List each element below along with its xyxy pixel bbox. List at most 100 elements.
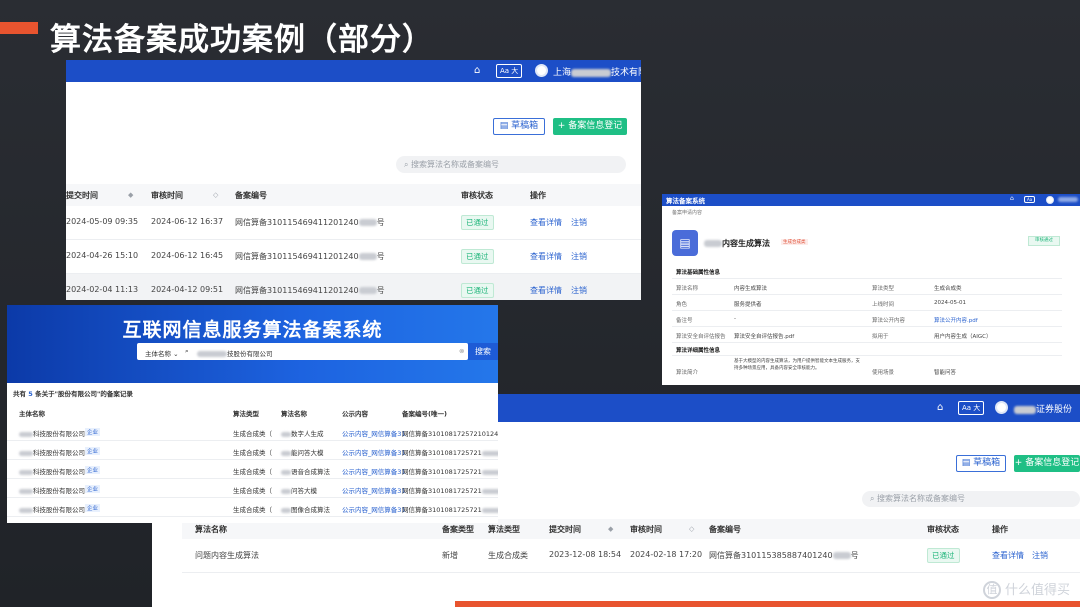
sort-icon[interactable]: ◆ (128, 191, 133, 199)
algo-type: 生成合成类（ (233, 487, 272, 495)
table-row: 科技股份有限公司 企业 生成合成类（ 问答大模 公示内容_网信算备31 网信算备… (7, 479, 498, 498)
filing-no: 网信算备3101081725721 (402, 447, 498, 457)
view-details-link[interactable]: 查看详情 (992, 550, 1024, 561)
top-nav: 算法备案系统 ⌂ Aa (662, 194, 1080, 206)
view-details-link[interactable]: 查看详情 (530, 285, 562, 296)
company-suffix: 证券股份 (1036, 405, 1073, 415)
screenshot-algorithm-detail: 算法备案系统 ⌂ Aa 备案申请内容 ▤ 内容生成算法 生成合成类 审核通过 算… (662, 194, 1080, 385)
th-submit-time[interactable]: 提交时间 (66, 190, 98, 201)
search-input[interactable]: 主体名称 ⌄ ⌕ 技股份有限公司 ⊗ (137, 343, 468, 360)
system-title: 互联网信息服务算法备案系统 (122, 319, 383, 341)
cancel-link[interactable]: 注销 (571, 251, 587, 262)
sort-icon[interactable]: ◇ (689, 525, 694, 533)
entity-name: 科技股份有限公司 (19, 504, 85, 514)
entity-name-text: 科技股份有限公司 (33, 430, 85, 438)
filing-no-text: 网信算备3101081725721 (402, 449, 482, 457)
search-input[interactable]: ⌕ 搜索算法名称或备案编号 (396, 156, 626, 173)
avatar[interactable] (535, 64, 548, 77)
field-row: 备注号 - 算法公开内容 算法公开内容.pdf (672, 312, 1062, 327)
public-content-link[interactable]: 公示内容_网信算备31 (342, 485, 406, 495)
filing-no-end: 号 (376, 218, 385, 227)
clear-icon[interactable]: ⊗ (459, 347, 464, 355)
public-content-link[interactable]: 公示内容_网信算备31 (342, 447, 406, 457)
th-algo-type: 算法类型 (233, 410, 259, 418)
algo-type: 生成合成类（ (233, 506, 272, 514)
public-content-link[interactable]: 公示内容_网信算备31 (342, 428, 406, 438)
table-row: 2024-04-26 15:10 2024-06-12 16:45 网信算备31… (66, 240, 641, 274)
font-size-toggle[interactable]: Aa (1024, 196, 1036, 203)
register-filing-button[interactable]: + 备案信息登记 (1014, 455, 1080, 472)
redaction (704, 240, 722, 247)
draft-icon: ▤ (499, 121, 512, 131)
redaction (197, 351, 227, 357)
table-header: 主体名称 算法类型 算法名称 公示内容 备案编号(唯一) (7, 405, 498, 419)
field-key: 算法类型 (872, 286, 895, 292)
draft-box-button[interactable]: ▤ 草稿箱 (956, 455, 1006, 472)
th-filing-no: 备案编号(唯一) (402, 410, 447, 418)
file-link[interactable]: 算法公开内容.pdf (934, 316, 978, 324)
review-time: 2024-02-18 17:20 (630, 550, 703, 559)
th-algo-type: 算法类型 (488, 525, 520, 534)
section-divider (672, 355, 1062, 356)
cancel-link[interactable]: 注销 (571, 285, 587, 296)
font-size-toggle[interactable]: Aa 大 (958, 401, 985, 415)
breadcrumb[interactable]: 备案申请内容 (672, 209, 702, 216)
th-actions: 操作 (530, 191, 546, 200)
draft-box-button[interactable]: ▤ 草稿箱 (493, 118, 545, 135)
bottom-accent-bar (455, 601, 1080, 607)
screenshot-public-search: 互联网信息服务算法备案系统 主体名称 ⌄ ⌕ 技股份有限公司 ⊗ 搜索 共有 5… (7, 305, 498, 523)
entity-name-text: 科技股份有限公司 (33, 487, 85, 495)
redaction (358, 287, 377, 294)
algo-title: 内容生成算法 (704, 238, 770, 249)
font-size-toggle[interactable]: Aa 大 (496, 64, 523, 78)
cancel-link[interactable]: 注销 (571, 217, 587, 228)
filing-no: 网信算备310115385887401240 号 (709, 550, 859, 561)
review-time: 2024-06-12 16:45 (151, 251, 224, 260)
th-review-time[interactable]: 审核时间 (151, 190, 183, 201)
submit-time: 2024-04-26 15:10 (66, 251, 139, 260)
cancel-link[interactable]: 注销 (1032, 550, 1048, 561)
sort-icon[interactable]: ◇ (213, 191, 218, 199)
section-basic-title: 算法基础属性信息 (676, 270, 721, 276)
type-tag: 生成合成类 (781, 239, 808, 245)
search-placeholder: 搜索算法名称或备案编号 (877, 494, 966, 503)
result-summary: 共有 5 条关于"股份有限公司"的备案记录 (13, 388, 133, 398)
avatar[interactable] (995, 401, 1008, 414)
th-filing-no: 备案编号 (709, 525, 741, 534)
algo-name-text: 语音合成算法 (291, 468, 330, 476)
query-field-select[interactable]: 主体名称 ⌄ (145, 348, 179, 358)
avatar[interactable] (1046, 196, 1054, 204)
watermark-icon: 值 (982, 581, 1001, 599)
filing-no-text: 网信算备310115385887401240 (709, 551, 833, 560)
public-content-link[interactable]: 公示内容_网信算备31 (342, 504, 406, 514)
search-input[interactable]: ⌕ 搜索算法名称或备案编号 (862, 491, 1080, 507)
redaction (281, 488, 291, 494)
th-review-time[interactable]: 审核时间 (630, 524, 662, 535)
algo-name-text: 数字人生成 (291, 430, 324, 438)
public-content-link[interactable]: 公示内容_网信算备31 (342, 466, 406, 476)
home-icon[interactable]: ⌂ (474, 65, 480, 76)
search-placeholder: 搜索算法名称或备案编号 (411, 160, 500, 169)
sort-icon[interactable]: ◆ (608, 525, 613, 533)
approved-button[interactable]: 审核通过 (1028, 236, 1060, 246)
redaction (832, 552, 851, 559)
home-icon[interactable]: ⌂ (1010, 195, 1014, 202)
th-algo-name: 算法名称 (195, 525, 227, 534)
draft-icon: ▤ (961, 458, 974, 468)
company-name: 证券股份 (1014, 402, 1072, 415)
field-value: 2024-05-01 (934, 300, 966, 306)
redaction (281, 469, 291, 475)
slide: 算法备案成功案例（部分） ⌂ Aa 大 上海 技术有限公司 ▤ 草稿箱 + 备案信… (0, 0, 1080, 607)
th-submit-time[interactable]: 提交时间 (549, 524, 581, 535)
view-details-link[interactable]: 查看详情 (530, 217, 562, 228)
register-filing-button[interactable]: + 备案信息登记 (553, 118, 627, 135)
search-button[interactable]: 搜索 (468, 343, 498, 360)
view-details-link[interactable]: 查看详情 (530, 251, 562, 262)
filing-no-text: 网信算备3101081725721 (402, 506, 482, 514)
home-icon[interactable]: ⌂ (937, 402, 943, 413)
search-icon: ⌕ (404, 160, 412, 169)
filing-no: 网信算备3101081725721 (402, 504, 498, 514)
file-link[interactable]: 算法安全自评估报告.pdf (734, 332, 794, 340)
filing-no-text: 网信算备3101081725721 (402, 468, 482, 476)
algo-name: 问答大模 (281, 485, 317, 495)
